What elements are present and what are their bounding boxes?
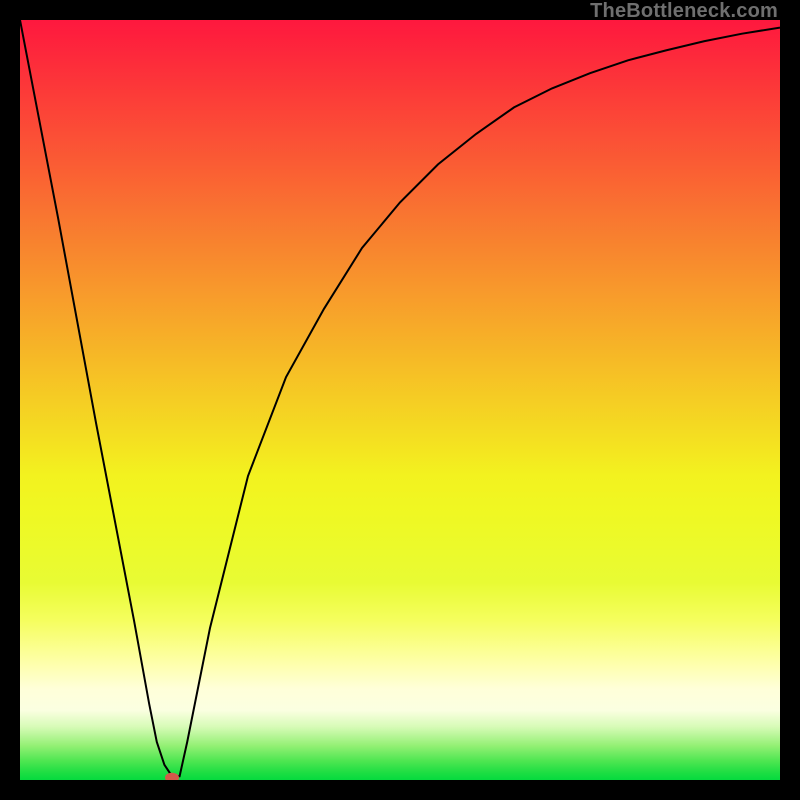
watermark-text: TheBottleneck.com — [590, 0, 778, 23]
chart-frame — [20, 20, 780, 780]
gradient-background — [20, 20, 780, 780]
bottleneck-chart — [20, 20, 780, 780]
